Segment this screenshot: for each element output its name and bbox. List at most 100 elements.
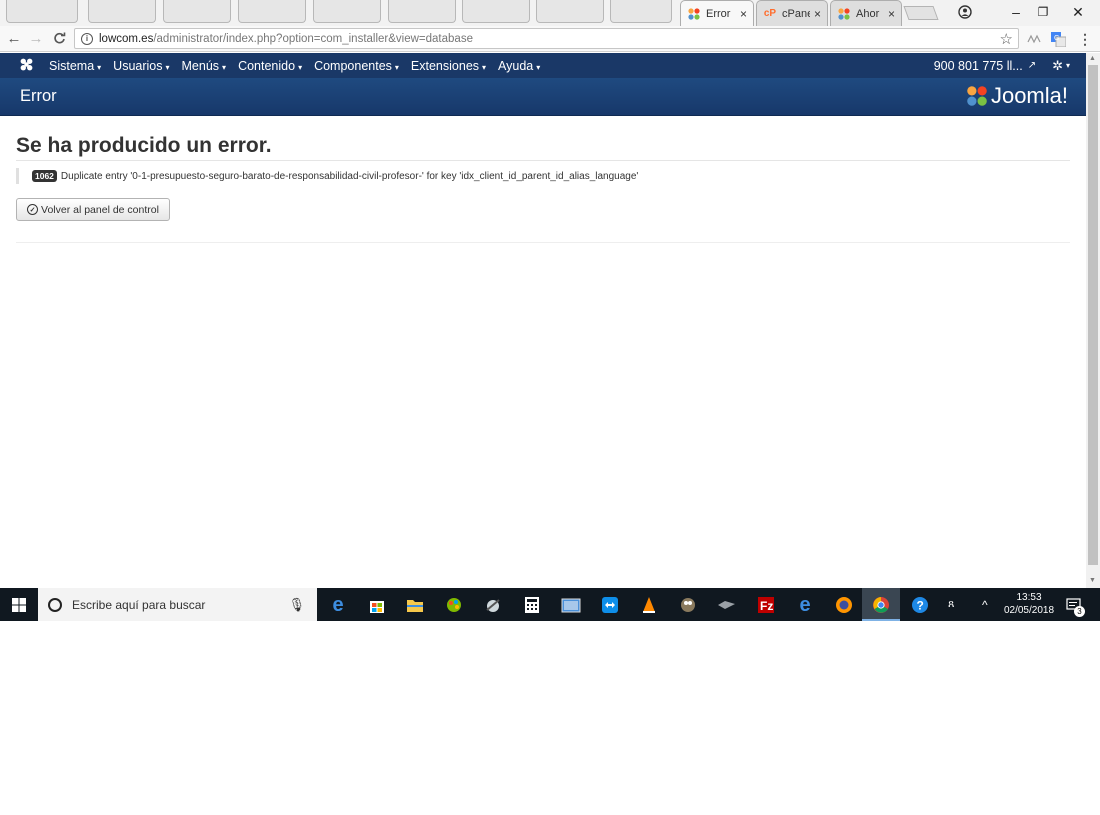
svg-text:Fz: Fz: [760, 599, 773, 613]
url-input[interactable]: i lowcom.es/administrator/index.php?opti…: [74, 28, 1019, 49]
reload-icon[interactable]: [50, 29, 68, 47]
menu-sistema[interactable]: Sistema ▾: [49, 59, 101, 73]
taskbar: Escribe aquí para buscar 🎙 e Fz e ? ጸ ^ …: [0, 588, 1100, 621]
clock-date: 02/05/2018: [1003, 605, 1055, 616]
new-tab-button[interactable]: [903, 6, 939, 20]
windows-start-button[interactable]: [0, 588, 38, 621]
joomla-icon: [687, 7, 701, 21]
file-explorer-icon[interactable]: [403, 593, 427, 617]
scroll-down-arrow-icon[interactable]: ▼: [1089, 577, 1096, 584]
menu-componentes[interactable]: Componentes ▾: [314, 59, 399, 73]
svg-text:?: ?: [917, 599, 924, 613]
close-icon[interactable]: ×: [888, 7, 895, 21]
external-link-icon[interactable]: ↗: [1028, 60, 1036, 71]
cpanel-icon: cP: [763, 8, 777, 19]
windows-icon: [12, 597, 26, 612]
joomla-icon[interactable]: [19, 57, 34, 76]
menu-extensiones[interactable]: Extensiones ▾: [411, 59, 486, 73]
forward-arrow-icon[interactable]: →: [27, 29, 45, 47]
url-host: lowcom.es: [99, 32, 154, 45]
joomla-icon: [967, 86, 987, 106]
blank-tab[interactable]: [88, 0, 156, 23]
blank-tab[interactable]: [610, 0, 672, 23]
notification-count-badge: 3: [1074, 606, 1085, 617]
menu-menus[interactable]: Menús ▾: [182, 59, 227, 73]
star-icon[interactable]: ☆: [1000, 30, 1013, 48]
tab-cpanel[interactable]: cP cPane ×: [756, 0, 828, 26]
chevron-down-icon: ▾: [165, 62, 170, 72]
teamviewer-icon[interactable]: [598, 593, 622, 617]
minimize-button[interactable]: –: [1004, 2, 1028, 22]
edge-icon[interactable]: e: [326, 593, 350, 617]
taskbar-clock[interactable]: 13:53 02/05/2018: [996, 591, 1062, 617]
blank-tab[interactable]: [462, 0, 530, 23]
joomla-logo: Joomla!: [965, 83, 1068, 109]
page-header: Error Joomla!: [0, 78, 1086, 116]
translate-icon[interactable]: G: [1050, 30, 1066, 48]
vlc-icon[interactable]: [637, 593, 661, 617]
url-path: /administrator/index.php?option=com_inst…: [153, 32, 473, 45]
tab-label: Error: [706, 7, 731, 20]
gear-icon[interactable]: ✲: [1052, 58, 1063, 74]
menu-usuarios[interactable]: Usuarios ▾: [113, 59, 169, 73]
error-heading: Se ha producido un error.: [16, 134, 272, 157]
menu-ayuda[interactable]: Ayuda ▾: [498, 59, 540, 73]
gimp-icon[interactable]: [676, 593, 700, 617]
scroll-up-arrow-icon[interactable]: ▲: [1089, 55, 1096, 62]
snipping-tool-icon[interactable]: [481, 593, 505, 617]
back-arrow-icon[interactable]: ←: [5, 29, 23, 47]
close-window-button[interactable]: ✕: [1066, 2, 1090, 22]
people-icon[interactable]: ጸ: [948, 588, 954, 621]
calculator-icon[interactable]: [520, 593, 544, 617]
profile-icon[interactable]: [953, 2, 977, 22]
close-icon[interactable]: ×: [814, 7, 821, 21]
movie-maker-icon[interactable]: [559, 593, 583, 617]
chevron-down-icon: ▾: [394, 62, 399, 72]
blank-tab[interactable]: [313, 0, 381, 23]
paint-icon[interactable]: [442, 593, 466, 617]
chrome-icon[interactable]: [869, 593, 893, 617]
blank-tab[interactable]: [6, 0, 78, 23]
info-icon[interactable]: i: [81, 32, 93, 45]
menu-kebab-icon[interactable]: ⋮: [1078, 30, 1092, 48]
scrollbar[interactable]: ▲ ▼: [1086, 53, 1100, 588]
store-icon[interactable]: [365, 593, 389, 617]
svg-text:G: G: [1054, 35, 1059, 42]
blank-tab[interactable]: [238, 0, 306, 23]
error-text: Duplicate entry '0-1-presupuesto-seguro-…: [60, 170, 639, 182]
filezilla-icon[interactable]: Fz: [754, 593, 778, 617]
back-to-dashboard-button[interactable]: ✓ Volver al panel de control: [16, 198, 170, 221]
brand-text: Joomla!: [990, 83, 1068, 108]
divider: [16, 160, 1070, 161]
search-placeholder: Escribe aquí para buscar: [72, 597, 206, 612]
blank-tab[interactable]: [388, 0, 456, 23]
close-icon[interactable]: ×: [740, 7, 747, 21]
joomla-navbar: Sistema ▾ Usuarios ▾ Menús ▾ Contenido ▾ Com…: [0, 53, 1086, 78]
notifications-button[interactable]: 3: [1066, 588, 1085, 621]
tab-error[interactable]: Error ×: [680, 0, 754, 26]
back-button-label: Volver al panel de control: [41, 203, 159, 216]
error-code-badge: 1062: [32, 170, 57, 182]
main-content: Se ha producido un error. 1062 Duplicate…: [0, 116, 1086, 588]
joomla-icon: [837, 7, 851, 21]
scroll-thumb[interactable]: [1088, 65, 1098, 565]
microphone-icon[interactable]: 🎙: [288, 597, 305, 613]
extension-icon[interactable]: [1026, 30, 1042, 48]
blank-tab[interactable]: [163, 0, 231, 23]
address-bar: ← → i lowcom.es/administrator/index.php?…: [0, 26, 1100, 52]
tab-ahorro[interactable]: Ahor ×: [830, 0, 902, 26]
tab-label: cPane: [782, 7, 810, 20]
taskbar-search-input[interactable]: Escribe aquí para buscar 🎙: [38, 588, 317, 621]
internet-explorer-icon[interactable]: e: [793, 593, 817, 617]
nav-right: 900 801 775 ll... ↗ ✲ ▾: [934, 53, 1070, 78]
chevron-down-icon: ▾: [222, 62, 227, 72]
blank-tab[interactable]: [536, 0, 604, 23]
site-link[interactable]: 900 801 775 ll...: [934, 59, 1023, 73]
restore-button[interactable]: ❐: [1031, 2, 1055, 22]
firefox-icon[interactable]: [832, 593, 856, 617]
chevron-up-icon[interactable]: ^: [982, 588, 988, 621]
inkscape-icon[interactable]: [715, 593, 739, 617]
help-icon[interactable]: ?: [908, 593, 932, 617]
chevron-down-icon: ▾: [536, 62, 541, 72]
menu-contenido[interactable]: Contenido ▾: [238, 59, 302, 73]
